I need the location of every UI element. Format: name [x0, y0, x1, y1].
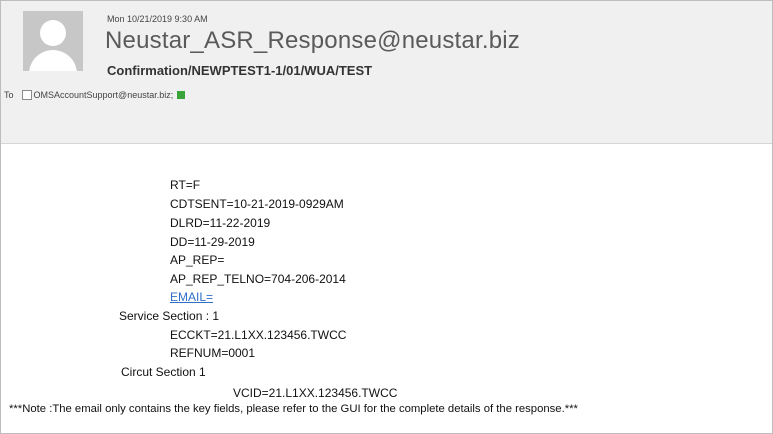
field-rt: RT=F: [170, 178, 201, 192]
sent-date: Mon 10/21/2019 9:30 AM: [107, 14, 208, 24]
avatar-body-shape: [29, 50, 77, 71]
field-refnum: REFNUM=0001: [170, 346, 256, 360]
service-section-label: Service Section : 1: [119, 309, 220, 323]
field-vcid: VCID=21.L1XX.123456.TWCC: [233, 386, 398, 400]
field-cdtsent: CDTSENT=10-21-2019-0929AM: [170, 197, 344, 211]
recipient-address[interactable]: OMSAccountSupport@neustar.biz;: [34, 90, 174, 100]
to-row: To OMSAccountSupport@neustar.biz;: [4, 90, 186, 100]
field-ecckt: ECCKT=21.L1XX.123456.TWCC: [170, 328, 347, 342]
sender-address[interactable]: Neustar_ASR_Response@neustar.biz: [105, 27, 520, 55]
field-dd: DD=11-29-2019: [170, 235, 255, 249]
avatar-head-shape: [40, 20, 66, 46]
recipient-contact-icon: [21, 90, 32, 100]
circuit-section-label: Circut Section 1: [121, 365, 206, 379]
field-dlrd: DLRD=11-22-2019: [170, 216, 271, 230]
field-ap-rep-telno: AP_REP_TELNO=704-206-2014: [170, 272, 346, 286]
footer-note: ***Note :The email only contains the key…: [9, 403, 578, 415]
email-header: Mon 10/21/2019 9:30 AM Neustar_ASR_Respo…: [1, 1, 772, 144]
email-link[interactable]: EMAIL=: [170, 290, 213, 304]
presence-status-icon: [177, 91, 186, 99]
to-label: To: [4, 90, 14, 100]
field-ap-rep: AP_REP=: [170, 253, 225, 267]
email-window: Mon 10/21/2019 9:30 AM Neustar_ASR_Respo…: [0, 0, 773, 434]
email-subject: Confirmation/NEWPTEST1-1/01/WUA/TEST: [107, 63, 373, 78]
avatar[interactable]: [23, 11, 83, 71]
